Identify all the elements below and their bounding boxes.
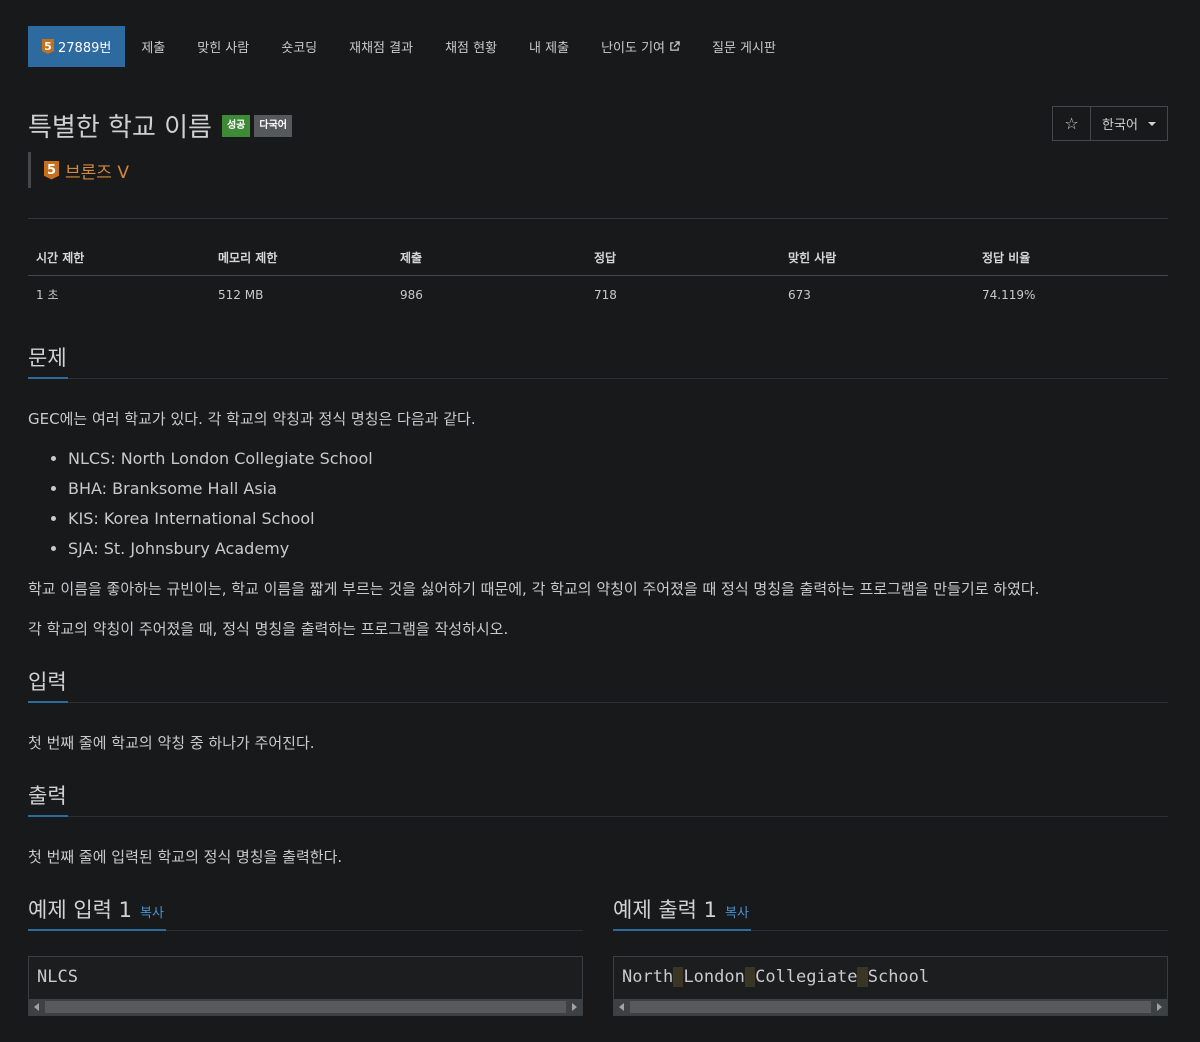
tier-label[interactable]: 브론즈 V — [65, 158, 129, 183]
list-item: KIS: Korea International School — [68, 508, 373, 538]
sample-input-value: NLCS — [37, 967, 78, 987]
output-section-title: 출력 — [28, 784, 67, 808]
section-underline — [28, 701, 68, 703]
problem-menu: 5 27889번 제출 맞힌 사람 숏코딩 재채점 결과 채점 현황 내 제출 … — [28, 26, 792, 67]
tab-rejudge[interactable]: 재채점 결과 — [333, 26, 429, 67]
list-item: NLCS: North London Collegiate School — [68, 448, 373, 478]
bronze-tier-icon: 5 — [44, 160, 59, 180]
tab-problem[interactable]: 5 27889번 — [28, 26, 126, 67]
tab-question-board[interactable]: 질문 게시판 — [696, 26, 792, 67]
tab-submit[interactable]: 제출 — [125, 26, 181, 67]
copy-sample-input-button[interactable]: 복사 — [140, 906, 164, 921]
sample-output-title: 예제 출력 1 복사 — [613, 894, 749, 924]
table-header: 정답 비율 — [974, 240, 1168, 276]
divider — [28, 218, 1168, 219]
tier-indicator: 5 브론즈 V — [28, 152, 129, 188]
problem-section-title: 문제 — [28, 346, 67, 370]
star-button[interactable]: ☆ — [1053, 107, 1091, 140]
output-word: North — [622, 967, 674, 987]
star-icon: ☆ — [1064, 114, 1079, 133]
multilingual-badge: 다국어 — [254, 114, 292, 137]
whitespace-marker — [673, 967, 684, 987]
tab-difficulty-contribution[interactable]: 난이도 기여 — [585, 26, 696, 67]
table-header: 정답 — [586, 240, 780, 276]
table-header: 제출 — [392, 240, 586, 276]
whitespace-marker — [744, 967, 756, 987]
sample-output-value: North London Collegiate School — [622, 967, 929, 987]
bronze-tier-icon: 5 — [42, 39, 54, 54]
section-underline — [28, 377, 68, 379]
output-word: London — [683, 967, 745, 987]
copy-sample-output-button[interactable]: 복사 — [725, 906, 749, 921]
section-underline — [28, 929, 166, 931]
sample-output-box[interactable]: North London Collegiate School — [613, 956, 1168, 1016]
tab-my-submissions[interactable]: 내 제출 — [513, 26, 585, 67]
problem-paragraph: 각 학교의 약칭이 주어졌을 때, 정식 명칭을 출력하는 프로그램을 작성하시… — [28, 620, 509, 638]
divider — [28, 702, 1168, 703]
sample-output-heading: 예제 출력 1 — [613, 898, 717, 922]
scroll-thumb[interactable] — [45, 1001, 566, 1013]
sample-input-title: 예제 입력 1 복사 — [28, 894, 164, 924]
whitespace-marker — [857, 967, 868, 987]
submission-count: 986 — [400, 287, 423, 302]
header-actions: ☆ 한국어 — [1052, 106, 1168, 141]
input-section-title: 입력 — [28, 670, 67, 694]
accepted-count: 718 — [594, 287, 617, 302]
tab-solved-users[interactable]: 맞힌 사람 — [181, 26, 265, 67]
list-item: BHA: Branksome Hall Asia — [68, 478, 373, 508]
status-badge-success: 성공 — [221, 114, 251, 137]
table-row: 1 초 512 MB 986 718 673 74.119% — [28, 276, 1168, 314]
problem-info-table: 시간 제한 메모리 제한 제출 정답 맞힌 사람 정답 비율 1 초 512 M… — [28, 240, 1168, 313]
language-select[interactable]: 한국어 — [1091, 107, 1167, 140]
tab-short-coding[interactable]: 숏코딩 — [265, 26, 333, 67]
problem-number: 27889번 — [58, 41, 112, 56]
output-description: 첫 번째 줄에 입력된 학교의 정식 명칭을 출력한다. — [28, 848, 343, 866]
section-underline — [28, 815, 68, 817]
section-underline — [613, 929, 751, 931]
school-list: NLCS: North London Collegiate School BHA… — [50, 448, 373, 568]
horizontal-scrollbar[interactable] — [29, 999, 582, 1015]
sample-input-box[interactable]: NLCS — [28, 956, 583, 1016]
page-title: 특별한 학교 이름 — [28, 113, 212, 143]
solved-user-count: 673 — [788, 287, 811, 302]
time-limit: 1 초 — [36, 288, 59, 302]
problem-header: 특별한 학교 이름 성공 다국어 — [28, 107, 292, 144]
external-link-icon — [670, 41, 680, 51]
horizontal-scrollbar[interactable] — [614, 999, 1167, 1015]
sample-input-heading: 예제 입력 1 — [28, 898, 132, 922]
output-word: School — [867, 967, 930, 987]
table-header-row: 시간 제한 메모리 제한 제출 정답 맞힌 사람 정답 비율 — [28, 240, 1168, 276]
input-description: 첫 번째 줄에 학교의 약칭 중 하나가 주어진다. — [28, 734, 315, 752]
table-header: 메모리 제한 — [210, 240, 392, 276]
problem-paragraph: 학교 이름을 좋아하는 규빈이는, 학교 이름을 짧게 부르는 것을 싫어하기 … — [28, 580, 1040, 598]
list-item: SJA: St. Johnsbury Academy — [68, 538, 373, 568]
divider — [28, 816, 1168, 817]
scroll-thumb[interactable] — [630, 1001, 1151, 1013]
scroll-right-icon[interactable] — [572, 1003, 577, 1011]
scroll-left-icon[interactable] — [619, 1003, 624, 1011]
table-header: 시간 제한 — [28, 240, 210, 276]
scroll-right-icon[interactable] — [1157, 1003, 1162, 1011]
caret-down-icon — [1147, 121, 1156, 126]
scroll-left-icon[interactable] — [34, 1003, 39, 1011]
tab-status[interactable]: 채점 현황 — [429, 26, 513, 67]
accepted-ratio: 74.119% — [982, 287, 1036, 302]
tab-difficulty-label: 난이도 기여 — [601, 41, 665, 56]
table-header: 맞힌 사람 — [780, 240, 974, 276]
language-value: 한국어 — [1102, 118, 1138, 133]
divider — [28, 378, 1168, 379]
memory-limit: 512 MB — [218, 287, 264, 302]
output-word: Collegiate — [755, 967, 858, 987]
problem-intro: GEC에는 여러 학교가 있다. 각 학교의 약칭과 정식 명칭은 다음과 같다… — [28, 410, 476, 428]
